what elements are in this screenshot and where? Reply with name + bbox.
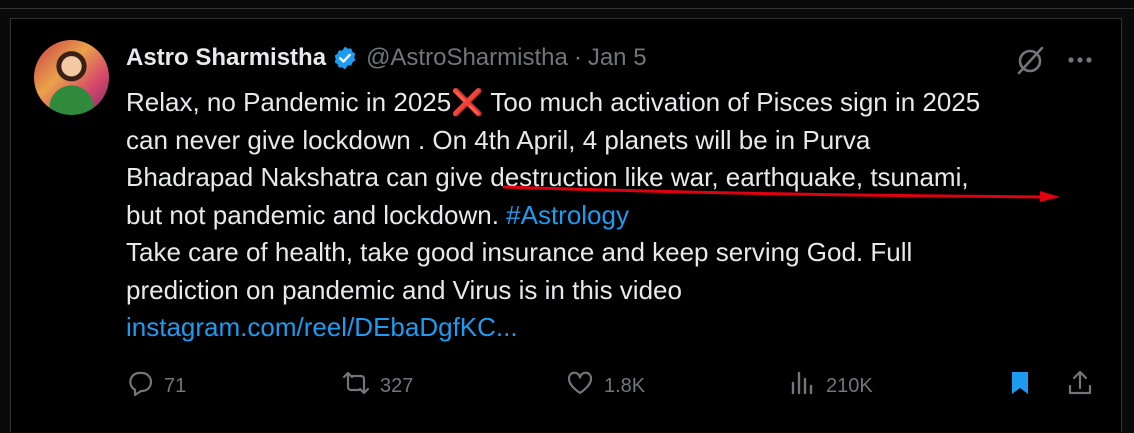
reply-button[interactable]: 71 [126,366,186,406]
tweet-date[interactable]: Jan 5 [588,44,647,72]
action-bar: 71 327 1.8K 210K [126,366,1106,406]
like-count: 1.8K [604,374,646,397]
tweet-text-segment: Too much activation of Pisces sign in 20… [483,87,981,117]
author-name[interactable]: Astro Sharmistha [126,44,326,72]
repost-button[interactable]: 327 [342,366,413,406]
separator-dot: · [573,44,582,71]
tweet-line-5: Take care of health, take good insurance… [126,237,913,267]
avatar[interactable] [34,40,109,115]
verified-badge-icon[interactable] [332,45,358,71]
tweet-line-1: Relax, no Pandemic in 2025❌ Too much act… [126,84,1086,122]
views-button[interactable]: 210K [788,366,873,406]
views-count: 210K [826,374,873,397]
share-button[interactable] [1066,366,1104,406]
tweet-text-segment: Relax, no Pandemic in 2025 [126,87,452,117]
bookmark-icon [1006,369,1044,403]
reply-count: 71 [164,374,187,397]
reply-icon [126,369,164,403]
tweet-header: Astro Sharmistha @AstroSharmistha · Jan … [126,42,647,74]
like-icon [566,369,604,403]
repost-count: 327 [380,374,414,397]
external-link[interactable]: instagram.com/reel/DEbaDgfKC... [126,312,518,342]
views-icon [788,369,826,403]
tweet-line-6: prediction on pandemic and Virus is in t… [126,274,682,305]
bookmark-button[interactable] [1006,366,1044,406]
more-icon[interactable] [1064,46,1096,74]
share-icon [1066,369,1104,403]
tweet-text: Relax, no Pandemic in 2025❌ Too much act… [126,84,1086,347]
tweet-text-segment: but not pandemic and lockdown. [126,199,507,230]
tweet-line-2: can never give lockdown . On 4th April, … [126,124,871,155]
like-button[interactable]: 1.8K [566,366,645,406]
tweet-line-7: instagram.com/reel/DEbaDgfKC... [126,309,1086,347]
repost-icon [342,369,380,403]
author-handle[interactable]: @AstroSharmistha [366,44,568,72]
red-underline-annotation [502,185,1060,202]
divider [0,8,1134,9]
cross-mark-icon: ❌ [451,87,484,117]
grok-icon[interactable] [1014,44,1046,76]
